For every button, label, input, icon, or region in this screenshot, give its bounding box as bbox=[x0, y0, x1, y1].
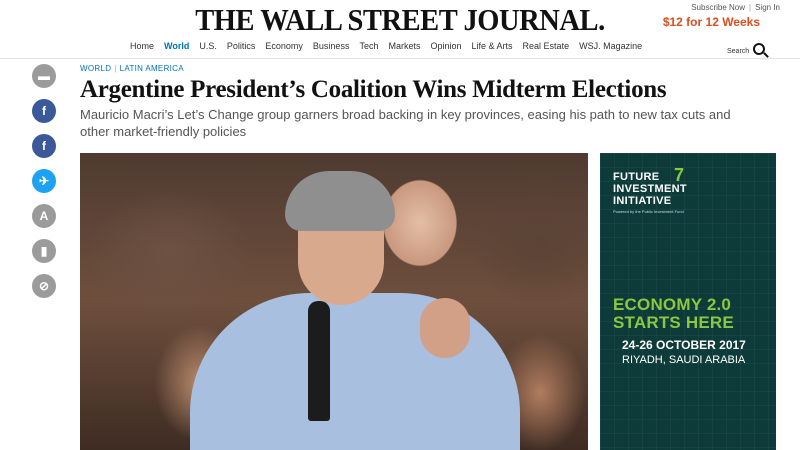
nav-business[interactable]: Business bbox=[313, 41, 350, 51]
nav-us[interactable]: U.S. bbox=[199, 41, 217, 51]
ad-headline: ECONOMY 2.0 bbox=[613, 295, 732, 314]
article-hero-photo bbox=[80, 153, 588, 450]
subscription-promo[interactable]: $12 for 12 Weeks bbox=[663, 15, 760, 29]
photo-subject-shirt bbox=[190, 293, 520, 450]
ad-brand-line: FUTURE bbox=[613, 171, 660, 183]
facebook-icon[interactable]: f bbox=[32, 134, 56, 158]
share-toolbar: ▬ f f ✈ A ▮ ⊘ bbox=[32, 64, 56, 309]
text-size-icon[interactable]: A bbox=[32, 204, 56, 228]
masthead: THE WALL STREET JOURNAL. Subscribe Now | S… bbox=[0, 0, 800, 38]
twitter-icon[interactable]: ✈ bbox=[32, 169, 56, 193]
search-icon bbox=[753, 43, 766, 55]
wsj-logo[interactable]: THE WALL STREET JOURNAL. bbox=[32, 2, 768, 38]
nav-markets[interactable]: Markets bbox=[388, 41, 420, 51]
search-button[interactable]: Search bbox=[727, 41, 766, 55]
nav-wsj-magazine[interactable]: WSJ. Magazine bbox=[579, 41, 642, 51]
signin-link[interactable]: Sign In bbox=[755, 3, 780, 12]
nav-opinion[interactable]: Opinion bbox=[430, 41, 461, 51]
microphone bbox=[308, 301, 330, 421]
ad-brand-line: INVESTMENT bbox=[613, 183, 687, 195]
ad-brand-line: INITIATIVE bbox=[613, 195, 672, 207]
nav-tech[interactable]: Tech bbox=[359, 41, 378, 51]
bookmark-icon[interactable]: ▮ bbox=[32, 239, 56, 263]
ad-headline: STARTS HERE bbox=[613, 313, 734, 332]
ad-brand: FUTURE INVESTMENT INITIATIVE bbox=[613, 171, 687, 207]
facebook-icon[interactable]: f bbox=[32, 99, 56, 123]
search-label: Search bbox=[727, 48, 750, 55]
section-nav: Home World U.S. Politics Economy Business Tech… bbox=[0, 40, 800, 56]
nav-world[interactable]: World bbox=[164, 41, 189, 51]
ad-location: RIYADH, SAUDI ARABIA bbox=[622, 354, 746, 366]
link-icon[interactable]: ⊘ bbox=[32, 274, 56, 298]
photo-subject-hand bbox=[420, 298, 470, 358]
ad-date: 24-26 OCTOBER 2017 bbox=[622, 338, 746, 352]
comment-icon[interactable]: ▬ bbox=[32, 64, 56, 88]
ad-brand-subtitle: Powered by the Public Investment Fund bbox=[613, 209, 684, 214]
nav-real-estate[interactable]: Real Estate bbox=[523, 41, 570, 51]
article-dek: Mauricio Macri’s Let’s Change group garn… bbox=[80, 107, 731, 139]
divider: | bbox=[749, 3, 752, 12]
nav-home[interactable]: Home bbox=[130, 41, 154, 51]
nav-politics[interactable]: Politics bbox=[227, 41, 256, 51]
subscribe-link[interactable]: Subscribe Now bbox=[691, 3, 745, 12]
article-kicker: WORLD | LATIN AMERICA bbox=[80, 64, 184, 73]
kicker-separator: | bbox=[114, 64, 117, 73]
kicker-latin-america-link[interactable]: LATIN AMERICA bbox=[120, 64, 184, 73]
kicker-world-link[interactable]: WORLD bbox=[80, 64, 111, 73]
nav-economy[interactable]: Economy bbox=[265, 41, 303, 51]
nav-life-arts[interactable]: Life & Arts bbox=[472, 41, 513, 51]
display-ad[interactable]: 7 FUTURE INVESTMENT INITIATIVE Powered b… bbox=[600, 153, 776, 450]
article-headline: Argentine President’s Coalition Wins Mid… bbox=[80, 76, 667, 103]
nav-divider bbox=[0, 58, 800, 59]
photo-subject-hair bbox=[285, 171, 395, 231]
account-links: Subscribe Now | Sign In bbox=[691, 3, 780, 12]
